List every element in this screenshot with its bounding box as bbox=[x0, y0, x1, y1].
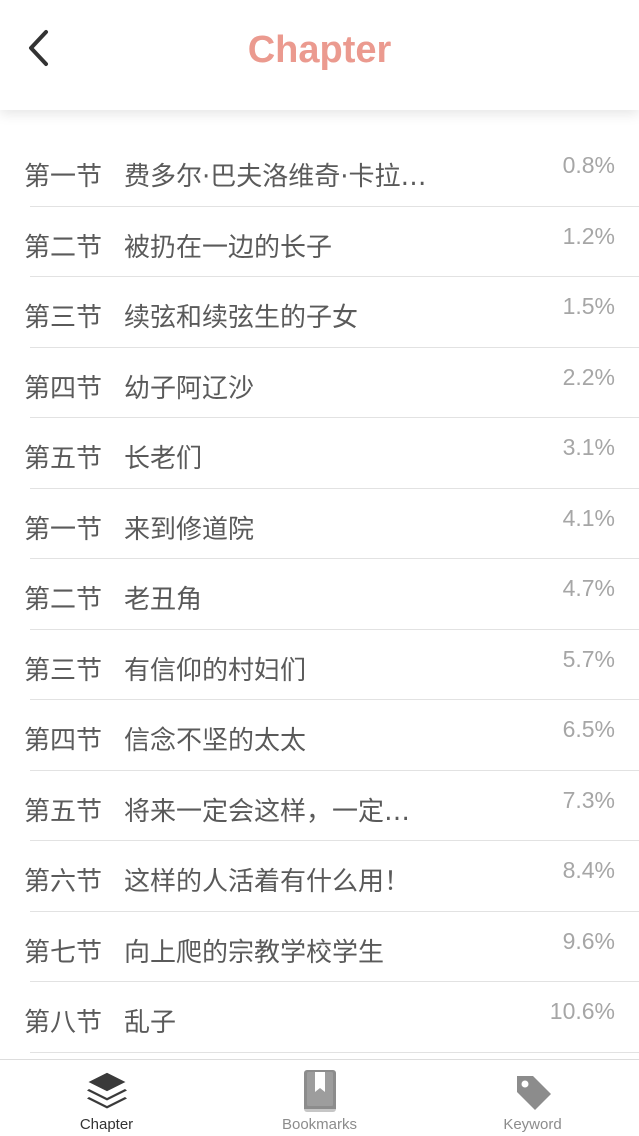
chapter-row[interactable]: 第八节 乱子 10.6% bbox=[24, 982, 639, 1053]
chapter-section: 第四节 bbox=[24, 373, 103, 404]
chapter-percent: 4.1% bbox=[562, 504, 615, 531]
chapter-row[interactable]: 第六节 这样的人活着有什么用！ 8.4% bbox=[24, 841, 639, 912]
tab-bookmarks-label: Bookmarks bbox=[281, 1116, 358, 1133]
chapter-row[interactable]: 第二节 老丑角 4.7% bbox=[24, 559, 639, 630]
chapter-title: 有信仰的村妇们 bbox=[124, 655, 307, 686]
chapter-title: 被扔在一边的长子 bbox=[124, 232, 333, 263]
chapter-section: 第二节 bbox=[24, 232, 103, 263]
chapter-percent: 0.8% bbox=[562, 152, 615, 178]
chapter-row[interactable]: 第五节 长老们 3.1% bbox=[24, 418, 639, 489]
chapter-title: 将来一定会这样，一定… bbox=[124, 796, 411, 827]
chapter-section: 第五节 bbox=[24, 444, 103, 474]
chapter-screen: Chapter 第一节 费多尔·巴夫洛维奇·卡拉… 0.8% 第二节 被扔在一边的长子 1… bbox=[0, 0, 639, 1136]
layers-icon bbox=[84, 1071, 129, 1109]
chapter-percent: 9.6% bbox=[562, 927, 615, 954]
chapter-title: 这样的人活着有什么用！ bbox=[124, 867, 411, 897]
bookmark-book-icon bbox=[303, 1070, 336, 1112]
chapter-title: 幼子阿辽沙 bbox=[124, 373, 255, 404]
tab-chapter-label: Chapter bbox=[79, 1116, 134, 1133]
chapter-section: 第四节 bbox=[24, 726, 103, 756]
chapter-section: 第二节 bbox=[24, 585, 103, 615]
chapter-percent: 3.1% bbox=[562, 434, 615, 460]
chapter-title: 来到修道院 bbox=[124, 514, 255, 545]
chapter-row[interactable]: 第七节 向上爬的宗教学校学生 9.6% bbox=[24, 912, 639, 982]
chapter-section: 第六节 bbox=[24, 867, 103, 897]
chapter-section: 第三节 bbox=[24, 303, 103, 333]
chapter-row[interactable]: 第一节 费多尔·巴夫洛维奇·卡拉… 0.8% bbox=[24, 136, 639, 207]
chapter-section: 第一节 bbox=[24, 514, 103, 545]
chapter-percent: 7.3% bbox=[562, 786, 615, 813]
chapter-percent: 5.7% bbox=[562, 645, 615, 672]
chapter-row[interactable]: 第五节 将来一定会这样，一定… 7.3% bbox=[24, 771, 639, 841]
nav-header: Chapter bbox=[0, 0, 639, 110]
chapter-row[interactable]: 第四节 信念不坚的太太 6.5% bbox=[24, 700, 639, 771]
chapter-percent: 1.2% bbox=[562, 222, 615, 249]
chapter-percent: 10.6% bbox=[549, 998, 615, 1024]
chapter-section: 第八节 bbox=[24, 1008, 103, 1038]
chapter-row[interactable]: 第三节 有信仰的村妇们 5.7% bbox=[24, 630, 639, 700]
chapter-title: 信念不坚的太太 bbox=[124, 726, 307, 756]
chapter-percent: 1.5% bbox=[562, 293, 615, 319]
tab-bookmarks[interactable]: Bookmarks bbox=[213, 1060, 426, 1136]
chapter-percent: 6.5% bbox=[562, 716, 615, 742]
chapter-row[interactable]: 第二节 被扔在一边的长子 1.2% bbox=[24, 207, 639, 277]
page-title: Chapter bbox=[247, 29, 392, 71]
chapter-title: 乱子 bbox=[124, 1008, 177, 1038]
tag-icon bbox=[516, 1076, 551, 1110]
chapter-section: 第一节 bbox=[24, 162, 103, 192]
chapter-title: 长老们 bbox=[124, 444, 203, 474]
chapter-title: 向上爬的宗教学校学生 bbox=[124, 937, 385, 968]
chapter-title: 续弦和续弦生的子女 bbox=[124, 303, 359, 333]
chapter-row[interactable]: 第四节 幼子阿辽沙 2.2% bbox=[24, 348, 639, 418]
chapter-percent: 4.7% bbox=[562, 575, 615, 601]
chapter-row[interactable]: 第一节 来到修道院 4.1% bbox=[24, 489, 639, 559]
chapter-percent: 2.2% bbox=[562, 363, 615, 390]
tab-chapter[interactable]: Chapter bbox=[0, 1060, 213, 1136]
tab-bar: Chapter Bookmarks Keyword bbox=[0, 1059, 639, 1136]
chapter-section: 第五节 bbox=[24, 796, 103, 827]
chapter-percent: 8.4% bbox=[562, 857, 615, 883]
chapter-title: 老丑角 bbox=[124, 585, 203, 615]
chapter-title: 费多尔·巴夫洛维奇·卡拉… bbox=[124, 162, 427, 192]
tab-keyword[interactable]: Keyword bbox=[426, 1060, 639, 1136]
chapter-section: 第三节 bbox=[24, 655, 103, 686]
tab-keyword-label: Keyword bbox=[503, 1116, 562, 1133]
chapter-list: 第一节 费多尔·巴夫洛维奇·卡拉… 0.8% 第二节 被扔在一边的长子 1.2% 第三节 续弦… bbox=[0, 136, 639, 1060]
chapter-row[interactable]: 第三节 续弦和续弦生的子女 1.5% bbox=[24, 277, 639, 348]
chapter-section: 第七节 bbox=[24, 937, 103, 968]
